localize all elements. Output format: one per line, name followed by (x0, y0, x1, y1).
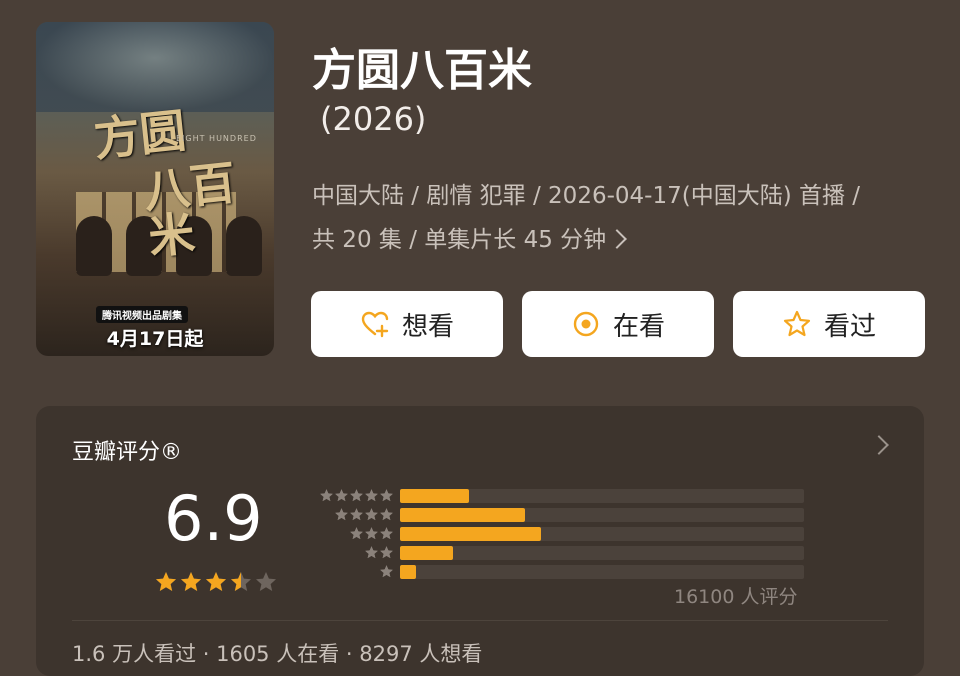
histogram-bar (400, 489, 469, 503)
histogram-stars (379, 564, 394, 579)
metadata[interactable]: 中国大陆 / 剧情 犯罪 / 2026-04-17(中国大陆) 首播 / 共 2… (312, 174, 932, 262)
rating-section-title: 豆瓣评分® (72, 440, 183, 465)
star-icon (350, 489, 363, 502)
heart-plus-icon (361, 311, 389, 338)
histogram-bar (400, 565, 417, 579)
star-icon (365, 508, 378, 521)
rating-panel[interactable]: 豆瓣评分® 6.9 16100 人评分 1.6 万人看过 · 1605 人在看 … (36, 406, 924, 676)
metadata-line-1: 中国大陆 / 剧情 犯罪 / 2026-04-17(中国大陆) 首播 / (312, 183, 861, 209)
star-icon (365, 527, 378, 540)
metadata-line-2-wrap: 共 20 集 / 单集片长 45 分钟 (312, 218, 932, 262)
poster-release-date: 4月17日起 (106, 328, 204, 350)
star-icon (335, 489, 348, 502)
rating-count: 16100 人评分 (674, 586, 798, 608)
star-icon (380, 565, 393, 578)
poster-calligraphy-title: 方圆 (91, 103, 189, 167)
star-icon (365, 489, 378, 502)
want-to-watch-button[interactable]: 想看 (311, 291, 503, 357)
star-icon (380, 489, 393, 502)
star-icon (350, 527, 363, 540)
histogram-bar (400, 546, 453, 560)
target-icon (573, 311, 599, 337)
poster-sky (36, 22, 274, 112)
histogram-track (400, 508, 804, 522)
metadata-line-2: 共 20 集 / 单集片长 45 分钟 (312, 227, 607, 253)
star-icon (231, 572, 251, 591)
star-icon (380, 527, 393, 540)
histogram-track (400, 565, 804, 579)
watch-stats: 1.6 万人看过 · 1605 人在看 · 8297 人想看 (72, 642, 483, 666)
histogram-row (306, 524, 806, 544)
star-icon (380, 508, 393, 521)
histogram-stars (334, 507, 394, 522)
star-icon (320, 489, 333, 502)
star-icon (181, 572, 201, 591)
histogram-row (306, 543, 806, 563)
star-icon (156, 572, 176, 591)
histogram-stars (319, 488, 394, 503)
star-icon (350, 508, 363, 521)
poster-figure (76, 216, 112, 276)
page-title: 方圆八百米 (312, 45, 532, 96)
rating-stars (154, 570, 278, 594)
histogram-track (400, 527, 804, 541)
histogram-track (400, 546, 804, 560)
histogram-stars (349, 526, 394, 541)
release-year: (2026) (320, 100, 427, 138)
chevron-right-icon[interactable] (869, 435, 889, 455)
star-icon (380, 546, 393, 559)
poster-badge: 腾讯视频出品剧集 (96, 306, 188, 323)
histogram-track (400, 489, 804, 503)
watching-button[interactable]: 在看 (522, 291, 714, 357)
rating-score: 6.9 (164, 482, 263, 555)
star-icon (206, 572, 226, 591)
star-icon (365, 546, 378, 559)
histogram-bar (400, 508, 526, 522)
poster-calligraphy-subtitle: 八百米 (141, 155, 239, 265)
want-to-watch-label: 想看 (401, 311, 454, 342)
star-outline-icon (783, 310, 811, 337)
chevron-right-icon[interactable] (607, 229, 628, 249)
poster-english-title: EIGHT HUNDRED (176, 134, 257, 143)
histogram-bar (400, 527, 542, 541)
divider (72, 620, 888, 621)
histogram-row (306, 505, 806, 525)
watched-button[interactable]: 看过 (733, 291, 925, 357)
poster-image[interactable]: 方圆 八百米 EIGHT HUNDRED 腾讯视频出品剧集 4月17日起 (36, 22, 274, 356)
star-icon (256, 572, 276, 591)
watched-label: 看过 (823, 311, 876, 342)
histogram-stars (364, 545, 394, 560)
histogram-row (306, 486, 806, 506)
star-icon (335, 508, 348, 521)
histogram-row (306, 562, 806, 582)
watching-label: 在看 (612, 311, 665, 342)
